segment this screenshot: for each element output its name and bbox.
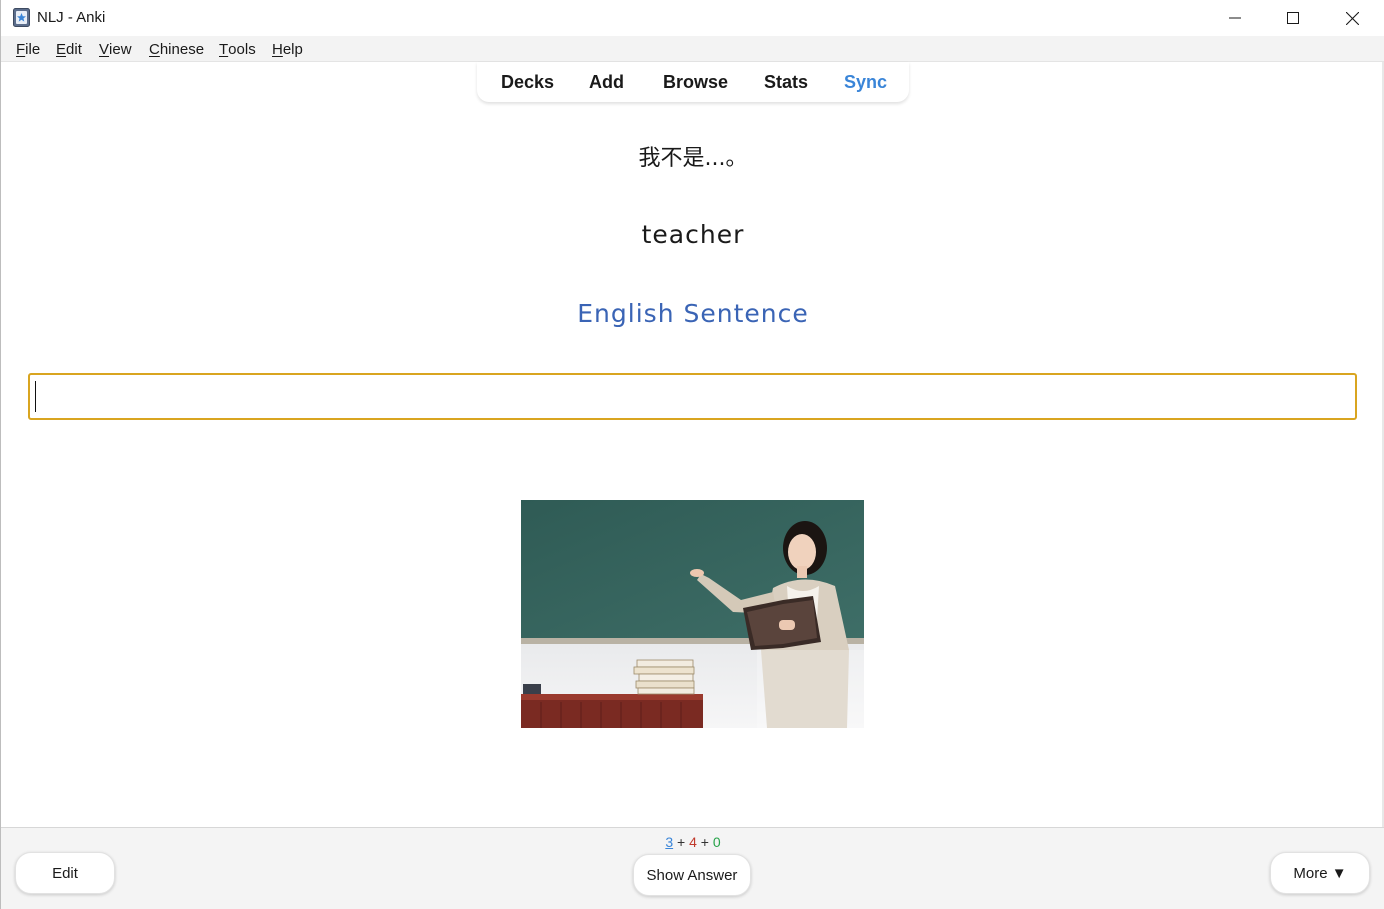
count-learn: 4 — [689, 834, 697, 850]
menu-bar: File Edit View Chinese Tools Help — [1, 36, 1384, 62]
close-button[interactable] — [1323, 0, 1381, 36]
menu-help[interactable]: Help — [272, 41, 303, 58]
anki-app-icon — [13, 8, 30, 27]
minimize-button[interactable] — [1206, 0, 1264, 36]
count-separator: + — [673, 834, 690, 850]
maximize-button[interactable] — [1264, 0, 1322, 36]
toolbar-sync-link[interactable]: Sync — [844, 72, 887, 93]
text-caret — [35, 381, 36, 412]
toolbar-stats-link[interactable]: Stats — [764, 72, 808, 93]
show-answer-button[interactable]: Show Answer — [633, 854, 751, 896]
toolbar-browse-link[interactable]: Browse — [663, 72, 728, 93]
type-answer-input[interactable] — [28, 373, 1357, 420]
more-button[interactable]: More ▼ — [1270, 852, 1370, 894]
card-word: teacher — [641, 220, 745, 249]
english-sentence: English Sentence — [577, 299, 809, 328]
menu-tools[interactable]: Tools — [219, 41, 256, 58]
toolbar-add-link[interactable]: Add — [589, 72, 624, 93]
main-toolbar: Decks Add Browse Stats Sync — [477, 62, 909, 102]
menu-chinese[interactable]: Chinese — [149, 41, 204, 58]
menu-view[interactable]: View — [99, 41, 132, 58]
toolbar-decks-link[interactable]: Decks — [501, 72, 554, 93]
menu-file[interactable]: File — [16, 41, 40, 58]
title-bar: NLJ - Anki — [1, 0, 1384, 36]
count-new: 3 — [665, 834, 674, 850]
chinese-sentence: 我不是...。 — [638, 146, 748, 171]
due-counts: 3 + 4 + 0 — [1, 834, 1384, 850]
card-image-teacher — [521, 500, 864, 728]
menu-edit[interactable]: Edit — [56, 41, 82, 58]
review-bottom-bar: 3 + 4 + 0 Edit Show Answer More ▼ — [1, 827, 1384, 909]
count-review: 0 — [712, 834, 721, 850]
anki-window: NLJ - Anki File Edit View Chinese Tools … — [0, 0, 1384, 909]
close-icon — [1345, 11, 1359, 25]
maximize-icon — [1287, 12, 1299, 24]
teacher-photo-illustration — [521, 500, 864, 728]
count-separator: + — [696, 834, 713, 850]
window-title: NLJ - Anki — [37, 9, 106, 26]
minimize-icon — [1229, 17, 1241, 19]
edit-button[interactable]: Edit — [15, 852, 115, 894]
